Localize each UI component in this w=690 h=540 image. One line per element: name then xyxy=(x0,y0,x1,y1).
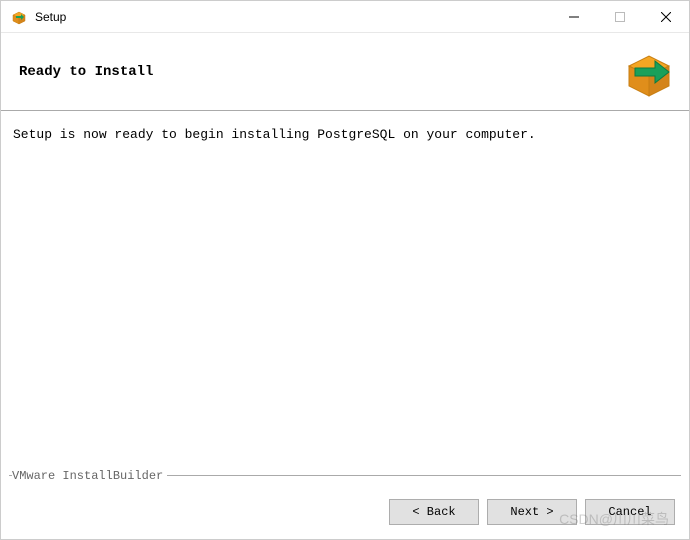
wizard-footer: VMware InstallBuilder < Back Next > Canc… xyxy=(1,475,689,539)
box-arrow-icon xyxy=(621,44,677,100)
next-button[interactable]: Next > xyxy=(487,499,577,525)
maximize-button xyxy=(597,1,643,32)
page-title: Ready to Install xyxy=(19,64,153,80)
back-button[interactable]: < Back xyxy=(389,499,479,525)
titlebar: Setup xyxy=(1,1,689,33)
box-arrow-icon xyxy=(11,9,27,25)
footer-divider: VMware InstallBuilder xyxy=(9,475,681,485)
close-button[interactable] xyxy=(643,1,689,32)
cancel-button[interactable]: Cancel xyxy=(585,499,675,525)
minimize-button[interactable] xyxy=(551,1,597,32)
wizard-body: Setup is now ready to begin installing P… xyxy=(1,111,689,475)
window-controls xyxy=(551,1,689,32)
window-title: Setup xyxy=(35,10,551,24)
ready-message: Setup is now ready to begin installing P… xyxy=(13,125,671,145)
wizard-header: Ready to Install xyxy=(1,33,689,111)
branding-text: VMware InstallBuilder xyxy=(12,469,167,483)
button-row: < Back Next > Cancel xyxy=(389,499,675,525)
